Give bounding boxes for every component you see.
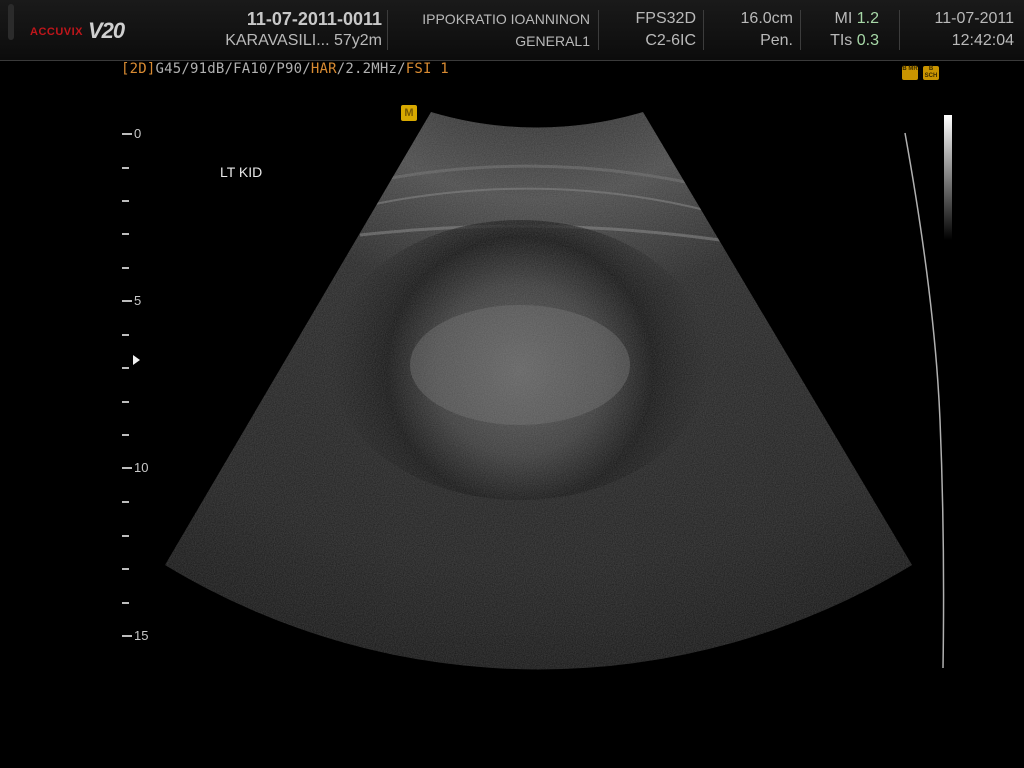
depth-tick xyxy=(122,267,129,269)
depth-tick xyxy=(122,200,129,202)
depth-tick-major xyxy=(122,133,132,135)
depth-tick xyxy=(122,334,129,336)
depth-tick xyxy=(122,167,129,169)
depth-scale: 0 5 10 15 xyxy=(120,0,160,768)
focus-marker-icon[interactable] xyxy=(133,355,140,365)
depth-tick xyxy=(122,501,129,503)
depth-label-15: 15 xyxy=(134,628,149,643)
depth-tick-major xyxy=(122,300,132,302)
depth-tick xyxy=(122,233,129,235)
depth-tick-major xyxy=(122,467,132,469)
depth-label-5: 5 xyxy=(134,293,142,308)
grayscale-bar xyxy=(944,115,952,240)
depth-label-0: 0 xyxy=(134,126,142,141)
marker-m-icon[interactable]: M xyxy=(401,105,417,121)
depth-tick xyxy=(122,535,129,537)
depth-tick xyxy=(122,367,129,369)
tgc-curve[interactable] xyxy=(904,132,945,669)
depth-tick xyxy=(122,401,129,403)
sector-fan xyxy=(165,112,912,670)
depth-tick xyxy=(122,568,129,570)
depth-tick-major xyxy=(122,635,132,637)
annotation-label: LT KID xyxy=(220,164,263,180)
depth-label-10: 10 xyxy=(134,460,149,475)
depth-tick xyxy=(122,434,129,436)
depth-tick xyxy=(122,602,129,604)
